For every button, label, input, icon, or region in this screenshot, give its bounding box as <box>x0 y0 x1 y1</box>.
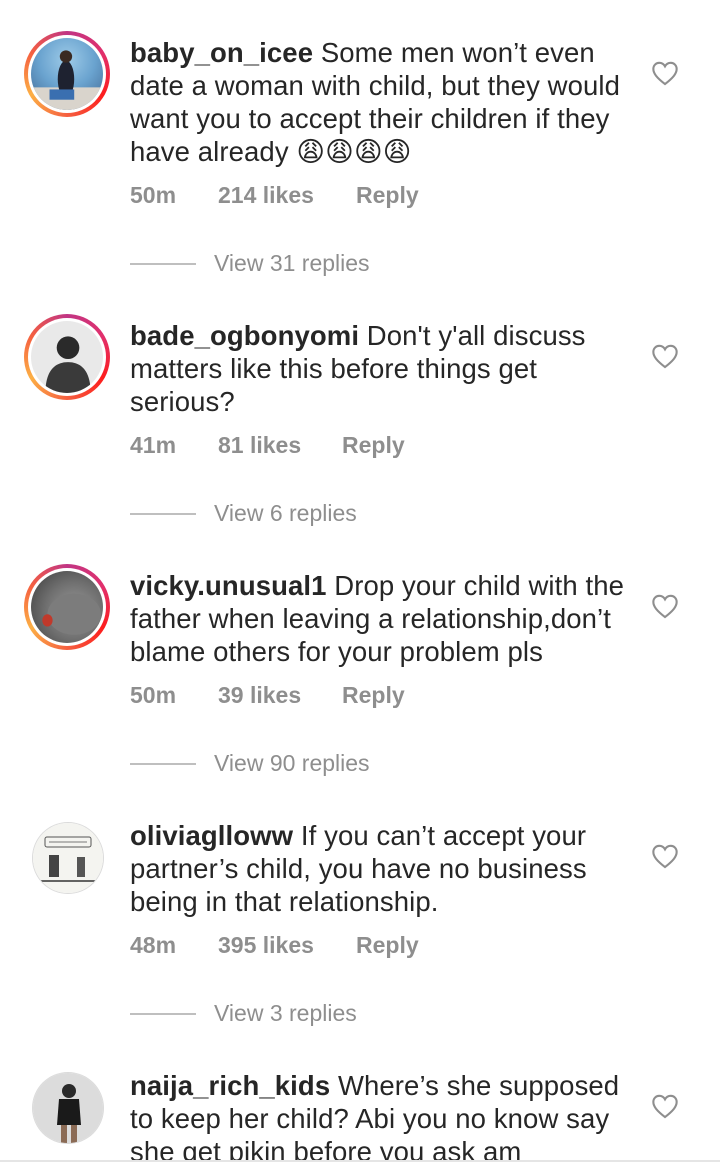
heart-outline-icon[interactable] <box>651 60 679 86</box>
avatar[interactable] <box>32 1072 104 1144</box>
avatar[interactable] <box>24 314 110 400</box>
divider <box>0 1160 720 1162</box>
avatar[interactable] <box>24 31 110 117</box>
comment-time: 41m <box>130 432 177 458</box>
avatar[interactable] <box>24 564 110 650</box>
avatar-photo <box>31 38 103 110</box>
avatar[interactable] <box>32 822 104 894</box>
comment-time: 48m <box>130 932 177 958</box>
comment-time: 50m <box>130 682 177 708</box>
comment-likes[interactable]: 39 likes <box>218 682 342 709</box>
comment-text: baby_on_icee Some men won’t even date a … <box>130 36 630 168</box>
comment-likes[interactable]: 214 likes <box>218 182 356 209</box>
comment-username[interactable]: baby_on_icee <box>130 37 313 68</box>
avatar-photo <box>31 571 103 643</box>
comment-time: 50m <box>130 182 177 208</box>
comment-username[interactable]: naija_rich_kids <box>130 1070 330 1101</box>
comment-likes[interactable]: 395 likes <box>218 932 356 959</box>
comment-text: vicky.unusual1 Drop your child with the … <box>130 569 630 668</box>
comment-text: bade_ogbonyomi Don't y'all discuss matte… <box>130 319 630 418</box>
reply-button[interactable]: Reply <box>356 932 419 959</box>
view-replies-label: View 90 replies <box>214 750 370 776</box>
comment-text: naija_rich_kids Where’s she supposed to … <box>130 1069 630 1160</box>
comment-username[interactable]: vicky.unusual1 <box>130 570 327 601</box>
divider <box>130 513 196 515</box>
avatar-photo <box>33 1073 103 1143</box>
avatar-photo <box>31 321 103 393</box>
heart-outline-icon[interactable] <box>651 1093 679 1119</box>
view-replies-label: View 3 replies <box>214 1000 357 1026</box>
heart-outline-icon[interactable] <box>651 843 679 869</box>
heart-outline-icon[interactable] <box>651 343 679 369</box>
comment-text: oliviaglloww If you can’t accept your pa… <box>130 819 630 918</box>
divider <box>130 763 196 765</box>
view-replies-label: View 6 replies <box>214 500 357 526</box>
reply-button[interactable]: Reply <box>356 182 419 209</box>
divider <box>130 1013 196 1015</box>
comment-likes[interactable]: 81 likes <box>218 432 342 459</box>
comment-username[interactable]: oliviaglloww <box>130 820 293 851</box>
reply-button[interactable]: Reply <box>342 432 405 459</box>
reply-button[interactable]: Reply <box>342 682 405 709</box>
comment-username[interactable]: bade_ogbonyomi <box>130 320 359 351</box>
view-replies-label: View 31 replies <box>214 250 370 276</box>
heart-outline-icon[interactable] <box>651 593 679 619</box>
avatar-photo <box>33 823 103 893</box>
divider <box>130 263 196 265</box>
